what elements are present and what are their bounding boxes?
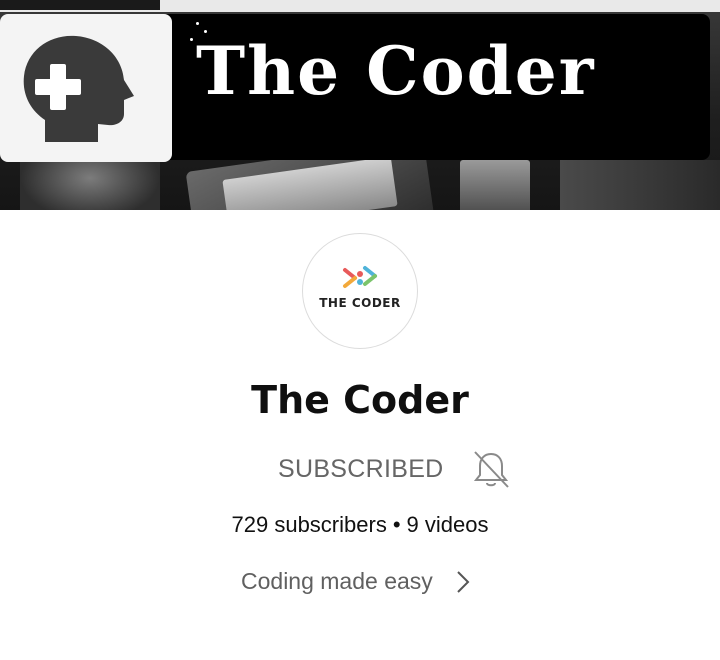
banner-title: The Coder [196,32,596,110]
channel-description: Coding made easy [241,568,433,594]
banner-photo-monitor [460,160,530,210]
channel-name: The Coder [251,378,469,422]
channel-stats: 729 subscribers • 9 videos [0,512,720,538]
subscribed-button[interactable]: SUBSCRIBED [278,455,444,484]
banner-sparkle [196,22,199,25]
channel-banner: The Coder [0,0,720,210]
chevron-right-icon [457,570,470,593]
subscriber-count: 729 subscribers [231,512,387,537]
head-plus-icon [23,35,134,142]
avatar-text: THE CODER [319,296,401,310]
channel-description-row[interactable]: Coding made easy [241,568,471,595]
channel-avatar[interactable]: THE CODER [302,233,418,349]
banner-top-strip-dark [0,0,160,10]
stats-separator: • [392,512,401,537]
colorful-network-icon [343,266,377,288]
banner-photo-cup [20,160,160,210]
bell-off-icon[interactable] [470,449,512,489]
banner-sparkle [190,38,193,41]
banner-photo-background [560,160,720,210]
video-count: 9 videos [406,512,489,537]
banner-logo-tile [0,14,172,162]
